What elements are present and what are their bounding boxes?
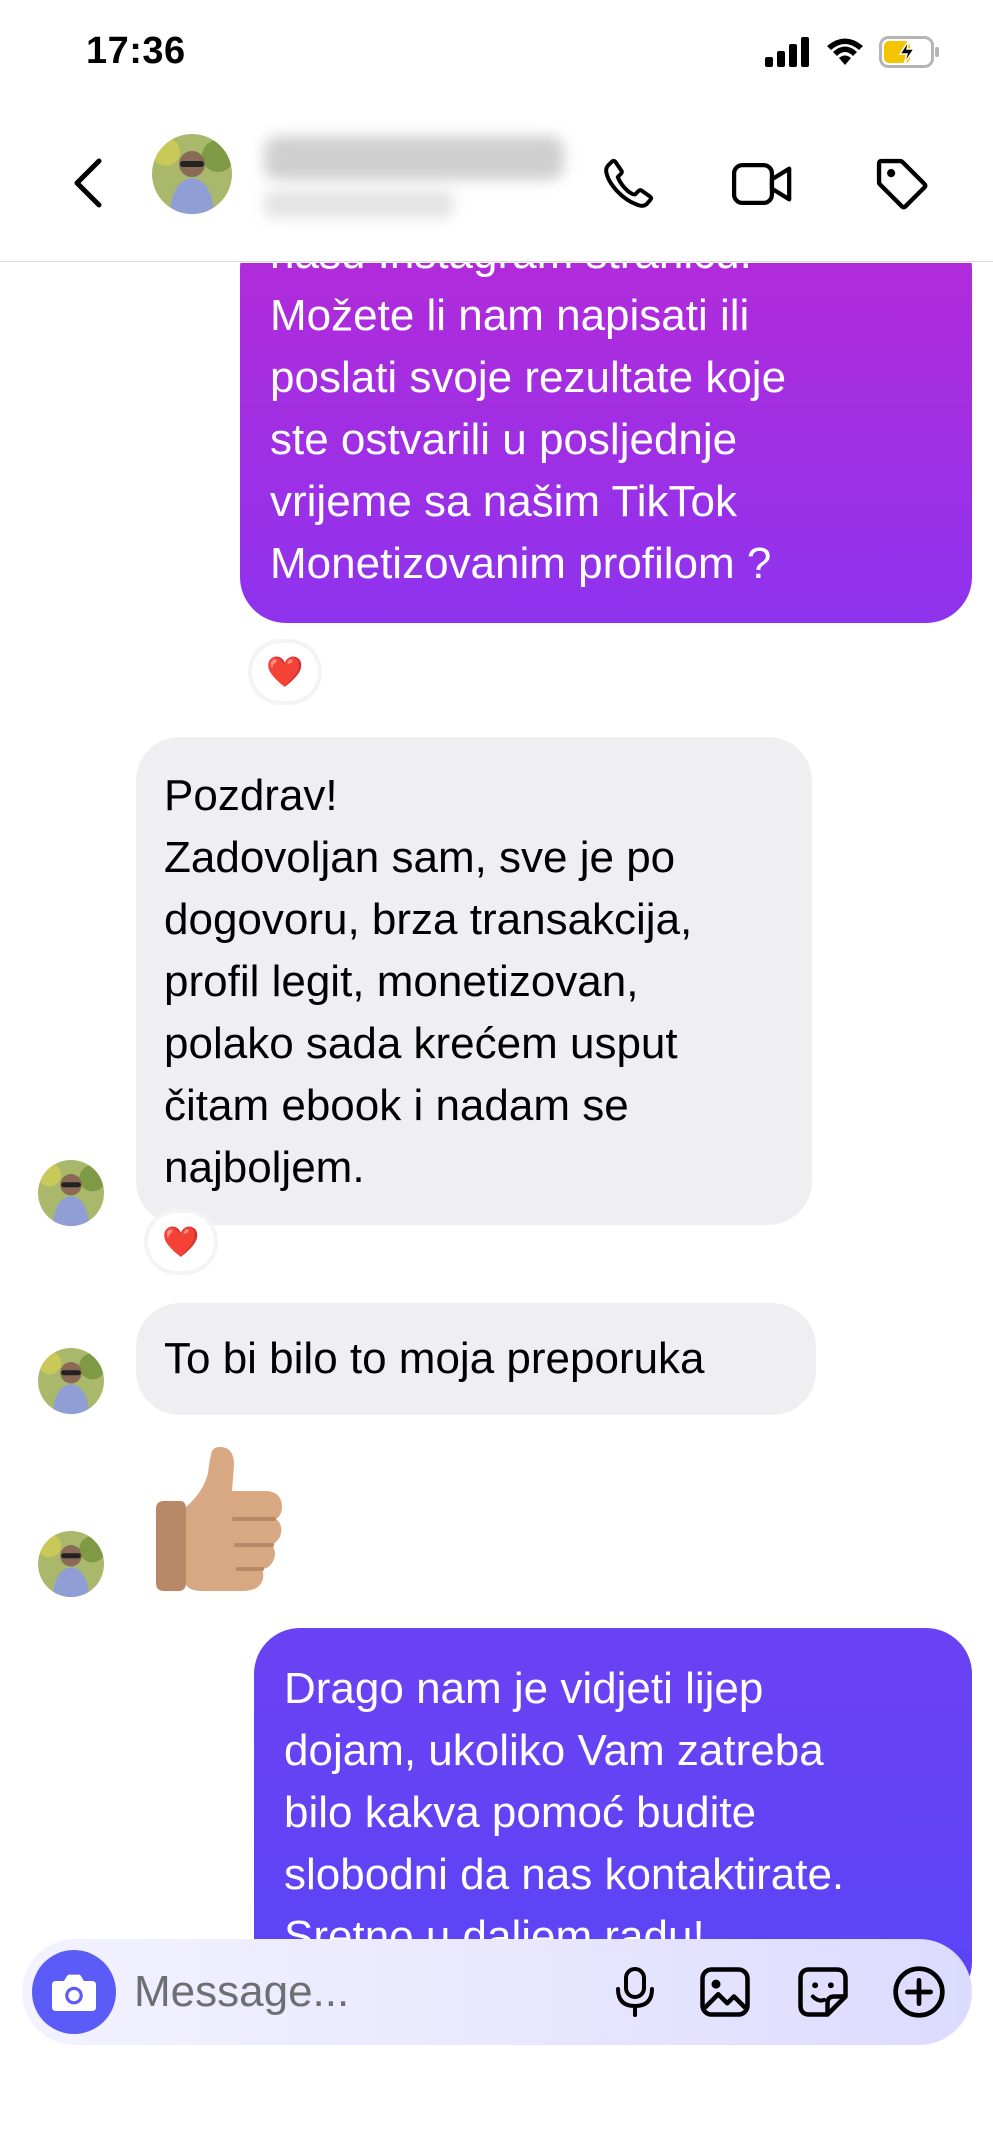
tag-icon — [876, 158, 928, 210]
message-incoming[interactable]: Pozdrav! Zadovoljan sam, sve je po dogov… — [136, 737, 812, 1225]
camera-icon — [52, 1974, 96, 2011]
sender-avatar[interactable] — [38, 1348, 104, 1414]
reaction-badge[interactable]: ❤️ — [148, 1213, 214, 1271]
message-text: To bi bilo to moja preporuka — [164, 1334, 705, 1383]
sticker-icon — [798, 1967, 848, 2017]
avatar-image — [38, 1348, 104, 1414]
message-input[interactable] — [134, 1961, 514, 2023]
tag-button[interactable] — [862, 144, 942, 224]
sticker-button[interactable] — [792, 1961, 854, 2023]
back-button[interactable] — [62, 148, 112, 218]
gallery-icon — [700, 1967, 750, 2017]
sender-avatar[interactable] — [38, 1160, 104, 1226]
thumbs-up-icon[interactable] — [150, 1443, 290, 1593]
message-outgoing[interactable]: našu Instagram stranicu. Možete li nam n… — [240, 263, 972, 623]
message-incoming[interactable]: To bi bilo to moja preporuka — [136, 1303, 816, 1415]
chat-thread[interactable]: našu Instagram stranicu. Možete li nam n… — [0, 263, 993, 2149]
camera-button[interactable] — [32, 1950, 116, 2034]
voice-button[interactable] — [604, 1961, 666, 2023]
video-icon — [731, 162, 792, 206]
plus-icon — [893, 1966, 945, 2018]
microphone-icon — [616, 1967, 654, 2017]
heart-reaction-icon: ❤️ — [266, 655, 304, 689]
avatar-image — [38, 1531, 104, 1597]
status-icons — [765, 36, 941, 68]
battery-icon — [879, 36, 939, 68]
status-bar: 17:36 — [0, 0, 993, 110]
more-options-button[interactable] — [888, 1961, 950, 2023]
call-button[interactable] — [588, 144, 668, 224]
reaction-badge[interactable]: ❤️ — [252, 643, 318, 701]
contact-name[interactable]: ████████ ████ — [264, 136, 564, 180]
phone-icon — [604, 158, 654, 208]
message-text: našu Instagram stranicu. Možete li nam n… — [270, 263, 787, 588]
back-chevron-icon — [74, 158, 102, 208]
avatar-image — [152, 134, 232, 214]
contact-avatar[interactable] — [152, 134, 232, 214]
contact-subtitle: █████ ███ — [264, 190, 454, 218]
message-text: Drago nam je vidjeti lijep dojam, ukolik… — [284, 1664, 845, 1961]
sender-avatar[interactable] — [38, 1531, 104, 1597]
video-call-button[interactable] — [722, 144, 802, 224]
heart-reaction-icon: ❤️ — [162, 1225, 200, 1259]
message-text: Pozdrav! Zadovoljan sam, sve je po dogov… — [164, 771, 693, 1192]
signal-icon — [765, 37, 809, 67]
message-composer — [22, 1939, 972, 2045]
status-time: 17:36 — [86, 30, 186, 72]
chat-header: ████████ ████ █████ ███ — [0, 110, 993, 262]
avatar-image — [38, 1160, 104, 1226]
gallery-button[interactable] — [694, 1961, 756, 2023]
wifi-icon — [827, 38, 863, 65]
